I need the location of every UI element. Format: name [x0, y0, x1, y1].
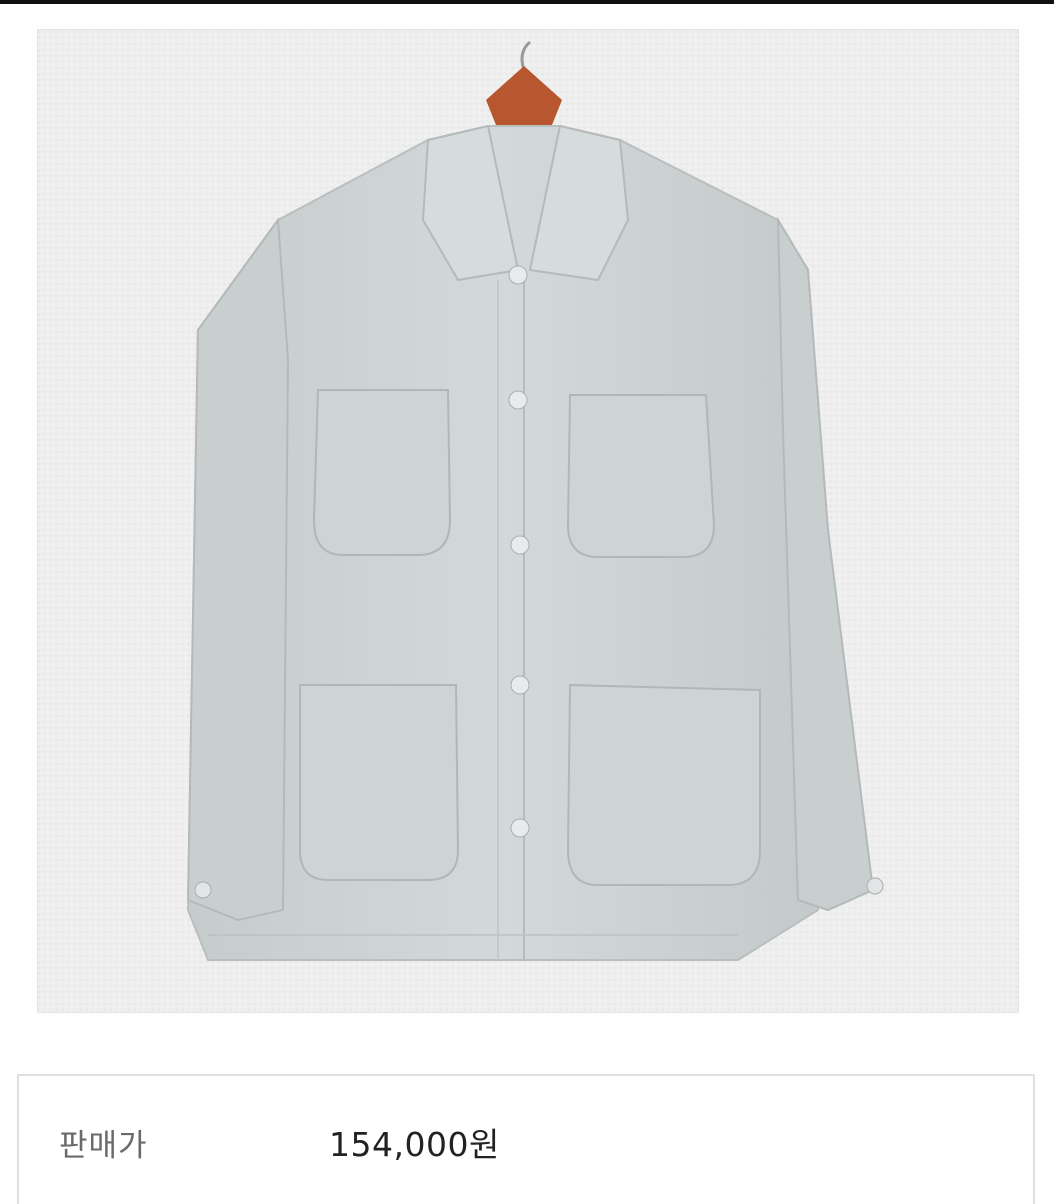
- jacket-illustration: [38, 30, 1018, 1012]
- product-photo[interactable]: [37, 29, 1019, 1013]
- price-value: 154,000원: [329, 1125, 500, 1164]
- top-divider: [0, 0, 1054, 4]
- price-panel: 판매가 154,000원: [17, 1074, 1035, 1204]
- price-label: 판매가: [59, 1128, 148, 1164]
